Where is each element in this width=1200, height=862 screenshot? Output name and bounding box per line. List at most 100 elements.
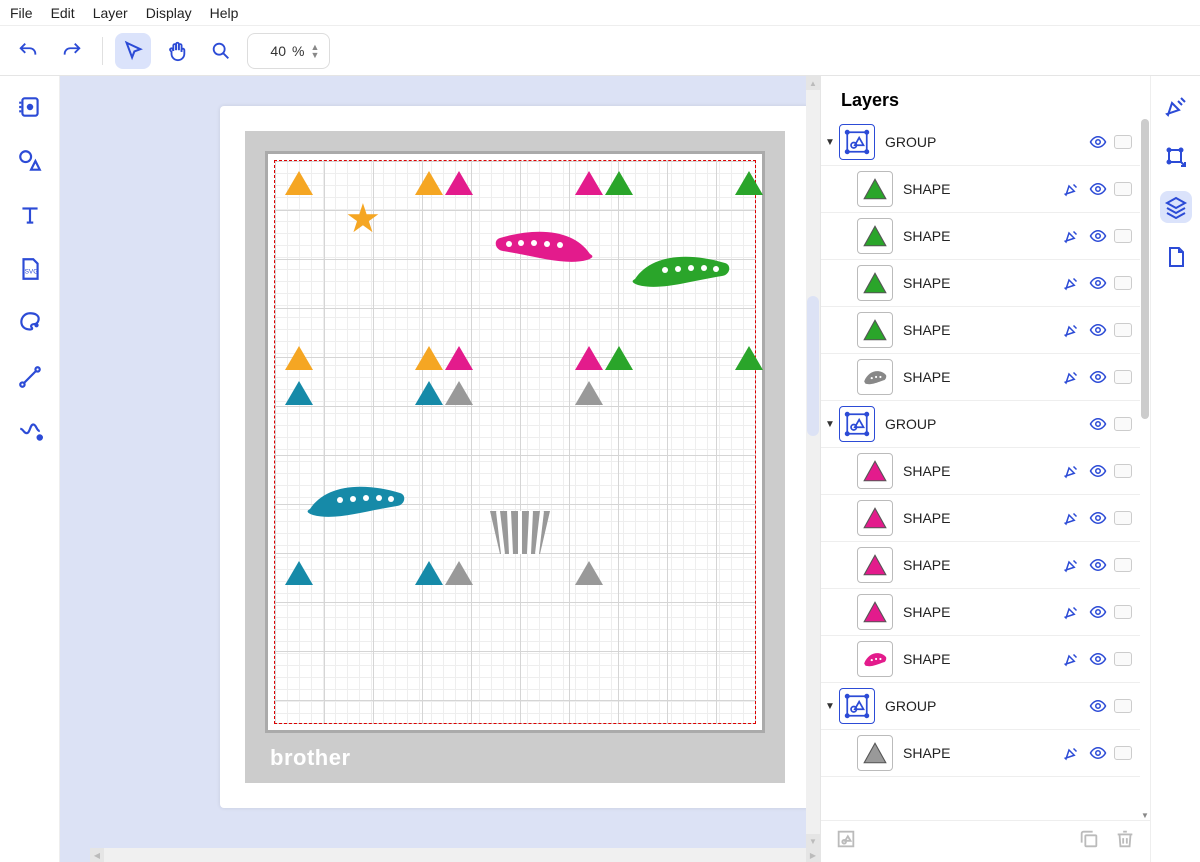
redo-button[interactable] bbox=[54, 33, 90, 69]
triangle-shape[interactable] bbox=[575, 171, 603, 195]
page-tab-icon[interactable] bbox=[1160, 241, 1192, 273]
trash-icon[interactable] bbox=[1114, 828, 1136, 855]
lock-toggle[interactable] bbox=[1114, 135, 1132, 149]
eye-icon[interactable] bbox=[1088, 132, 1108, 152]
menu-display[interactable]: Display bbox=[146, 5, 192, 21]
blob-shape[interactable] bbox=[305, 481, 410, 524]
pen-icon[interactable] bbox=[1062, 555, 1082, 575]
caret-down-icon[interactable]: ▼ bbox=[825, 701, 839, 712]
lock-toggle[interactable] bbox=[1114, 229, 1132, 243]
layer-item[interactable]: SHAPE bbox=[821, 636, 1140, 683]
scroll-down-icon[interactable]: ▼ bbox=[806, 834, 820, 848]
lock-toggle[interactable] bbox=[1114, 276, 1132, 290]
triangle-shape[interactable] bbox=[605, 346, 633, 370]
lock-toggle[interactable] bbox=[1114, 699, 1132, 713]
pen-icon[interactable] bbox=[1062, 508, 1082, 528]
menu-edit[interactable]: Edit bbox=[51, 5, 75, 21]
vertical-scrollbar[interactable]: ▲ ▼ bbox=[806, 76, 820, 848]
layer-item[interactable]: SHAPE bbox=[821, 354, 1140, 401]
eye-icon[interactable] bbox=[1088, 367, 1108, 387]
eye-icon[interactable] bbox=[1088, 649, 1108, 669]
lock-toggle[interactable] bbox=[1114, 746, 1132, 760]
lock-toggle[interactable] bbox=[1114, 511, 1132, 525]
layer-item[interactable]: SHAPE bbox=[821, 307, 1140, 354]
triangle-shape[interactable] bbox=[445, 561, 473, 585]
scroll-thumb[interactable] bbox=[807, 296, 819, 436]
triangle-shape[interactable] bbox=[415, 561, 443, 585]
layer-item[interactable]: SHAPE bbox=[821, 542, 1140, 589]
eye-icon[interactable] bbox=[1088, 179, 1108, 199]
pen-icon[interactable] bbox=[1062, 743, 1082, 763]
lock-toggle[interactable] bbox=[1114, 182, 1132, 196]
layer-item[interactable]: SHAPE bbox=[821, 448, 1140, 495]
layer-item[interactable]: SHAPE bbox=[821, 495, 1140, 542]
lock-toggle[interactable] bbox=[1114, 464, 1132, 478]
layer-item[interactable]: SHAPE bbox=[821, 213, 1140, 260]
lock-toggle[interactable] bbox=[1114, 605, 1132, 619]
eye-icon[interactable] bbox=[1088, 508, 1108, 528]
style-tab-icon[interactable] bbox=[1160, 91, 1192, 123]
triangle-shape[interactable] bbox=[445, 346, 473, 370]
eye-icon[interactable] bbox=[1088, 555, 1108, 575]
triangle-shape[interactable] bbox=[735, 346, 763, 370]
freehand-tool-icon[interactable] bbox=[14, 415, 46, 447]
lock-toggle[interactable] bbox=[1114, 652, 1132, 666]
eye-icon[interactable] bbox=[1088, 602, 1108, 622]
layers-tab-icon[interactable] bbox=[1160, 191, 1192, 223]
layers-list[interactable]: ▲ ▼ ▼GROUPSHAPESHAPESHAPESHAPESHAPE▼GROU… bbox=[821, 119, 1150, 820]
undo-button[interactable] bbox=[10, 33, 46, 69]
caret-down-icon[interactable]: ▼ bbox=[825, 137, 839, 148]
trace-tool-icon[interactable] bbox=[14, 307, 46, 339]
scroll-right-icon[interactable]: ▶ bbox=[806, 848, 820, 862]
triangle-shape[interactable] bbox=[445, 381, 473, 405]
shape-tool-icon[interactable] bbox=[14, 145, 46, 177]
pen-icon[interactable] bbox=[1062, 367, 1082, 387]
text-tool-icon[interactable] bbox=[14, 199, 46, 231]
menu-help[interactable]: Help bbox=[210, 5, 239, 21]
triangle-shape[interactable] bbox=[285, 561, 313, 585]
scroll-up-icon[interactable]: ▲ bbox=[806, 76, 820, 90]
library-icon[interactable] bbox=[14, 91, 46, 123]
horizontal-scrollbar[interactable]: ◀ ▶ bbox=[90, 848, 820, 862]
triangle-shape[interactable] bbox=[415, 381, 443, 405]
select-similar-icon[interactable] bbox=[835, 828, 857, 855]
triangle-shape[interactable] bbox=[605, 171, 633, 195]
triangle-shape[interactable] bbox=[575, 381, 603, 405]
lock-toggle[interactable] bbox=[1114, 558, 1132, 572]
triangle-shape[interactable] bbox=[285, 381, 313, 405]
transform-tab-icon[interactable] bbox=[1160, 141, 1192, 173]
lock-toggle[interactable] bbox=[1114, 323, 1132, 337]
layer-item[interactable]: SHAPE bbox=[821, 260, 1140, 307]
zoom-tool[interactable] bbox=[203, 33, 239, 69]
layer-group[interactable]: ▼GROUP bbox=[821, 683, 1140, 730]
duplicate-icon[interactable] bbox=[1078, 828, 1100, 855]
pen-icon[interactable] bbox=[1062, 602, 1082, 622]
menu-layer[interactable]: Layer bbox=[93, 5, 128, 21]
layer-item[interactable]: SHAPE bbox=[821, 589, 1140, 636]
caret-down-icon[interactable]: ▼ bbox=[825, 419, 839, 430]
scroll-left-icon[interactable]: ◀ bbox=[90, 848, 104, 862]
layers-scrollbar[interactable]: ▲ ▼ bbox=[1140, 119, 1150, 820]
layer-item[interactable]: SHAPE bbox=[821, 730, 1140, 777]
zoom-value[interactable]: 40 bbox=[258, 43, 286, 59]
triangle-shape[interactable] bbox=[575, 561, 603, 585]
eye-icon[interactable] bbox=[1088, 461, 1108, 481]
design-grid[interactable]: ★ bbox=[274, 160, 756, 724]
blob-shape[interactable] bbox=[630, 251, 735, 294]
svg-import-icon[interactable]: SVG bbox=[14, 253, 46, 285]
zoom-field[interactable]: 40 % ▲▼ bbox=[247, 33, 330, 69]
pen-icon[interactable] bbox=[1062, 273, 1082, 293]
pointer-tool[interactable] bbox=[115, 33, 151, 69]
pen-icon[interactable] bbox=[1062, 649, 1082, 669]
triangle-shape[interactable] bbox=[285, 171, 313, 195]
eye-icon[interactable] bbox=[1088, 226, 1108, 246]
layer-item[interactable]: SHAPE bbox=[821, 166, 1140, 213]
canvas-area[interactable]: brother ★ ▲ ▼ ◀ ▶ bbox=[60, 76, 820, 862]
eye-icon[interactable] bbox=[1088, 696, 1108, 716]
pen-icon[interactable] bbox=[1062, 226, 1082, 246]
line-tool-icon[interactable] bbox=[14, 361, 46, 393]
lock-toggle[interactable] bbox=[1114, 417, 1132, 431]
cupcake-shape[interactable] bbox=[485, 506, 555, 561]
triangle-shape[interactable] bbox=[445, 171, 473, 195]
triangle-shape[interactable] bbox=[575, 346, 603, 370]
